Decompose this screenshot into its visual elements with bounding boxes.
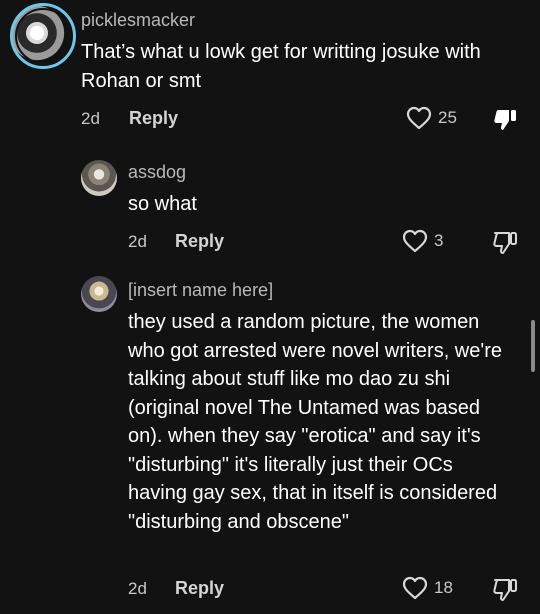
comment-username[interactable]: assdog (128, 162, 186, 183)
like-count: 3 (434, 231, 444, 250)
reply-button[interactable]: Reply (129, 108, 178, 129)
thumbs-down-filled-icon[interactable] (492, 106, 518, 132)
heart-outline-icon (402, 229, 428, 253)
like-button[interactable]: 3 (402, 229, 443, 253)
thumbs-down-outline-icon[interactable] (492, 229, 518, 255)
comment-text: That’s what u lowk get for writting josu… (81, 41, 481, 92)
heart-outline-icon (406, 106, 432, 130)
comment-text: so what (128, 193, 197, 215)
comment-username[interactable]: picklesmacker (81, 10, 195, 31)
scrollbar[interactable] (531, 320, 535, 372)
comment-age: 2d (81, 109, 100, 128)
avatar[interactable] (81, 160, 117, 196)
avatar[interactable] (10, 3, 76, 69)
like-count: 25 (438, 108, 457, 127)
comment-age: 2d (128, 579, 147, 598)
reply-button[interactable]: Reply (175, 578, 224, 599)
avatar[interactable] (81, 276, 117, 312)
like-count: 18 (434, 578, 453, 597)
comment-username[interactable]: [insert name here] (128, 280, 273, 301)
like-button[interactable]: 25 (406, 106, 457, 130)
reply-button[interactable]: Reply (175, 231, 224, 252)
like-button[interactable]: 18 (402, 576, 453, 600)
comment-text: they used a random picture, the women wh… (128, 311, 502, 533)
comment-age: 2d (128, 232, 147, 251)
thumbs-down-outline-icon[interactable] (492, 576, 518, 602)
heart-outline-icon (402, 576, 428, 600)
